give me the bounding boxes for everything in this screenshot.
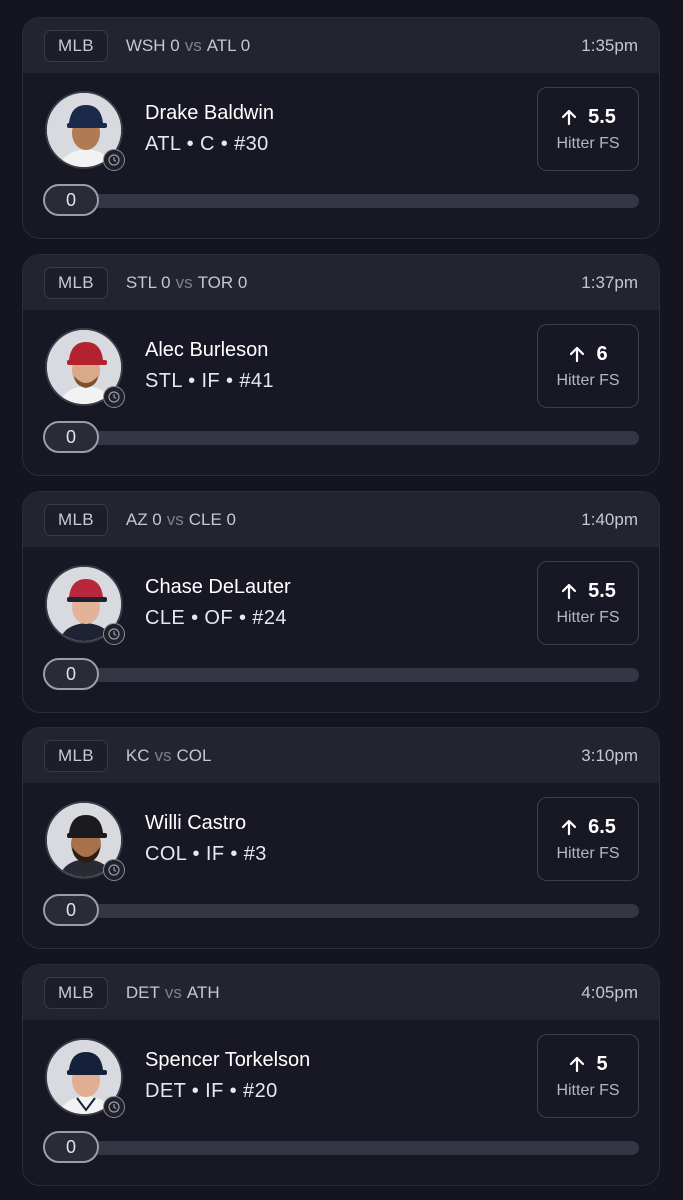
card-header: MLB DET vs ATH 4:05pm bbox=[23, 965, 659, 1020]
game-time: 4:05pm bbox=[581, 982, 638, 1002]
away-team: WSH 0 bbox=[125, 35, 180, 55]
projection-card[interactable]: MLB STL 0 vs TOR 0 1:37pm Alec Burleson … bbox=[22, 254, 660, 476]
card-header: MLB KC vs COL 3:10pm bbox=[23, 728, 659, 783]
projection-button[interactable]: 5.5 Hitter FS bbox=[537, 561, 639, 645]
home-team: TOR 0 bbox=[197, 272, 248, 292]
game-time: 1:37pm bbox=[581, 272, 638, 292]
stat-label: Hitter FS bbox=[556, 371, 620, 389]
vs-label: vs bbox=[175, 272, 193, 292]
vs-label: vs bbox=[164, 982, 182, 1002]
clock-icon bbox=[103, 859, 125, 881]
projection-line-row: 5 bbox=[568, 1052, 608, 1076]
vs-label: vs bbox=[166, 509, 184, 529]
projection-button[interactable]: 6 Hitter FS bbox=[537, 324, 639, 408]
projection-line: 5.5 bbox=[588, 105, 616, 128]
game-time: 1:35pm bbox=[581, 35, 638, 55]
player-name: Chase DeLauter bbox=[145, 576, 291, 598]
progress-track bbox=[43, 668, 639, 682]
current-value-pill: 0 bbox=[43, 421, 99, 453]
league-badge: MLB bbox=[44, 266, 108, 299]
home-team: COL bbox=[176, 745, 212, 765]
card-header: MLB AZ 0 vs CLE 0 1:40pm bbox=[23, 492, 659, 547]
arrow-up-icon bbox=[561, 819, 577, 836]
player-meta: ATL • C • #30 bbox=[145, 133, 269, 155]
away-team: KC bbox=[125, 745, 150, 765]
league-badge: MLB bbox=[44, 976, 108, 1009]
card-body: Alec Burleson STL • IF • #41 6 Hitter FS… bbox=[23, 310, 659, 475]
stat-label: Hitter FS bbox=[556, 608, 620, 626]
home-team: CLE 0 bbox=[188, 509, 237, 529]
card-body: Chase DeLauter CLE • OF • #24 5.5 Hitter… bbox=[23, 547, 659, 712]
projection-card[interactable]: MLB WSH 0 vs ATL 0 1:35pm Drake Baldwin … bbox=[22, 17, 660, 239]
projection-line: 5.5 bbox=[588, 579, 616, 602]
progress-track bbox=[43, 431, 639, 445]
away-team: STL 0 bbox=[125, 272, 171, 292]
progress-track bbox=[43, 1141, 639, 1155]
clock-icon bbox=[103, 149, 125, 171]
player-name: Spencer Torkelson bbox=[145, 1049, 311, 1071]
game-time: 1:40pm bbox=[581, 509, 638, 529]
arrow-up-icon bbox=[561, 583, 577, 600]
stat-label: Hitter FS bbox=[556, 134, 620, 152]
projection-card[interactable]: MLB KC vs COL 3:10pm Willi Castro COL • … bbox=[22, 727, 660, 949]
player-meta: STL • IF • #41 bbox=[145, 370, 274, 392]
projection-line-row: 5.5 bbox=[560, 106, 616, 129]
current-value-pill: 0 bbox=[43, 658, 99, 690]
league-badge: MLB bbox=[44, 503, 108, 536]
projection-line-row: 5.5 bbox=[560, 580, 616, 603]
current-value-pill: 0 bbox=[43, 894, 99, 926]
home-team: ATH bbox=[186, 982, 220, 1002]
vs-label: vs bbox=[154, 745, 172, 765]
clock-icon bbox=[103, 1096, 125, 1118]
progress-track bbox=[43, 904, 639, 918]
projection-button[interactable]: 6.5 Hitter FS bbox=[537, 797, 639, 881]
stat-label: Hitter FS bbox=[556, 1081, 620, 1099]
projection-line: 5 bbox=[596, 1052, 608, 1075]
clock-icon bbox=[103, 623, 125, 645]
projection-card[interactable]: MLB DET vs ATH 4:05pm Spencer Torkelson … bbox=[22, 964, 660, 1186]
projection-line: 6.5 bbox=[588, 815, 616, 838]
arrow-up-icon bbox=[570, 346, 585, 363]
vs-label: vs bbox=[184, 35, 202, 55]
matchup: AZ 0 vs CLE 0 bbox=[126, 510, 236, 530]
league-badge: MLB bbox=[44, 739, 108, 772]
current-value-pill: 0 bbox=[43, 184, 99, 216]
player-name: Drake Baldwin bbox=[145, 102, 274, 124]
clock-icon bbox=[103, 386, 125, 408]
projection-feed: MLB WSH 0 vs ATL 0 1:35pm Drake Baldwin … bbox=[0, 0, 683, 1200]
away-team: AZ 0 bbox=[125, 509, 162, 529]
card-body: Willi Castro COL • IF • #3 6.5 Hitter FS… bbox=[23, 783, 659, 948]
card-header: MLB STL 0 vs TOR 0 1:37pm bbox=[23, 255, 659, 310]
projection-line: 6 bbox=[596, 342, 608, 365]
projection-button[interactable]: 5.5 Hitter FS bbox=[537, 87, 639, 171]
player-meta: DET • IF • #20 bbox=[145, 1080, 278, 1102]
projection-line-row: 6.5 bbox=[560, 816, 616, 839]
player-meta: COL • IF • #3 bbox=[145, 843, 267, 865]
progress-track bbox=[43, 194, 639, 208]
home-team: ATL 0 bbox=[206, 35, 251, 55]
projection-button[interactable]: 5 Hitter FS bbox=[537, 1034, 639, 1118]
player-name: Willi Castro bbox=[145, 812, 247, 834]
arrow-up-icon bbox=[561, 109, 577, 126]
league-badge: MLB bbox=[44, 29, 108, 62]
projection-line-row: 6 bbox=[568, 342, 608, 366]
stat-label: Hitter FS bbox=[556, 844, 620, 862]
matchup: STL 0 vs TOR 0 bbox=[126, 273, 248, 293]
matchup: KC vs COL bbox=[126, 746, 212, 766]
player-name: Alec Burleson bbox=[145, 339, 269, 361]
away-team: DET bbox=[125, 982, 160, 1002]
matchup: DET vs ATH bbox=[126, 983, 220, 1003]
player-meta: CLE • OF • #24 bbox=[145, 607, 287, 629]
game-time: 3:10pm bbox=[581, 745, 638, 765]
card-body: Spencer Torkelson DET • IF • #20 5 Hitte… bbox=[23, 1020, 659, 1185]
arrow-up-icon bbox=[570, 1056, 585, 1073]
current-value-pill: 0 bbox=[43, 1131, 99, 1163]
card-body: Drake Baldwin ATL • C • #30 5.5 Hitter F… bbox=[23, 73, 659, 238]
card-header: MLB WSH 0 vs ATL 0 1:35pm bbox=[23, 18, 659, 73]
matchup: WSH 0 vs ATL 0 bbox=[126, 36, 250, 56]
projection-card[interactable]: MLB AZ 0 vs CLE 0 1:40pm Chase DeLauter … bbox=[22, 491, 660, 713]
